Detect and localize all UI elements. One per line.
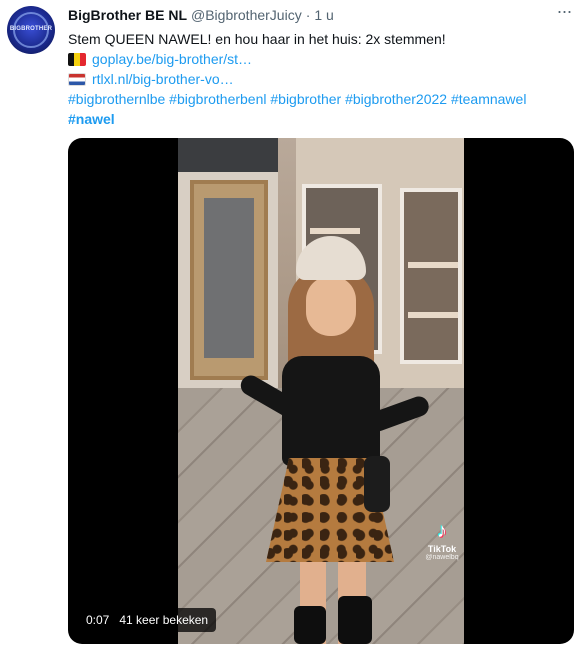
separator-dot: · bbox=[305, 7, 311, 23]
tiktok-label: TikTok bbox=[427, 544, 457, 554]
awning bbox=[178, 138, 278, 172]
bucket-hat bbox=[296, 236, 366, 280]
timestamp[interactable]: 1 u bbox=[314, 7, 333, 23]
tiktok-username: @nawelbq bbox=[425, 554, 459, 561]
black-top bbox=[282, 356, 380, 466]
belgium-flag-icon bbox=[68, 53, 86, 66]
link-line-nl: rtlxl.nl/big-brother-vo… bbox=[68, 69, 576, 89]
link-line-be: goplay.be/big-brother/st… bbox=[68, 49, 576, 69]
tiktok-logo-icon: ♪ bbox=[437, 520, 447, 542]
hashtag-nawel[interactable]: #nawel bbox=[68, 109, 576, 129]
more-horizontal-icon[interactable]: ··· bbox=[552, 2, 576, 24]
handbag bbox=[364, 456, 390, 512]
face bbox=[306, 276, 356, 336]
view-count: 41 keer bekeken bbox=[119, 613, 209, 627]
avatar[interactable]: BIGBROTHER bbox=[7, 6, 55, 54]
tweet[interactable]: BIGBROTHER BigBrother BE NL @BigbrotherJ… bbox=[0, 0, 584, 650]
user-handle[interactable]: @BigbrotherJuicy bbox=[191, 7, 302, 23]
video-meta-badge: 0:07 41 keer bekeken bbox=[78, 608, 217, 632]
woman-figure bbox=[237, 236, 432, 644]
netherlands-flag-icon bbox=[68, 73, 86, 86]
tiktok-watermark: ♪ TikTok @nawelbq bbox=[422, 520, 462, 561]
boot bbox=[294, 606, 326, 644]
boot bbox=[338, 596, 372, 644]
tweet-header: BigBrother BE NL @BigbrotherJuicy · 1 u bbox=[68, 6, 334, 24]
video-timestamp: 0:07 bbox=[86, 613, 110, 627]
tweet-text: Stem QUEEN NAWEL! en hou haar in het hui… bbox=[68, 29, 576, 129]
display-name[interactable]: BigBrother BE NL bbox=[68, 7, 187, 23]
video-player[interactable]: ♪ TikTok @nawelbq 0:07 41 keer bekeken bbox=[68, 138, 574, 644]
link-rtlxl[interactable]: rtlxl.nl/big-brother-vo… bbox=[92, 71, 234, 87]
avatar-logo-text: BIGBROTHER bbox=[9, 26, 53, 32]
tweet-line: Stem QUEEN NAWEL! en hou haar in het hui… bbox=[68, 31, 446, 47]
shelf bbox=[310, 228, 360, 234]
video-frame: ♪ TikTok @nawelbq bbox=[178, 138, 464, 644]
link-goplay[interactable]: goplay.be/big-brother/st… bbox=[92, 51, 252, 67]
hashtags[interactable]: #bigbrothernlbe #bigbrotherbenl #bigbrot… bbox=[68, 89, 576, 109]
